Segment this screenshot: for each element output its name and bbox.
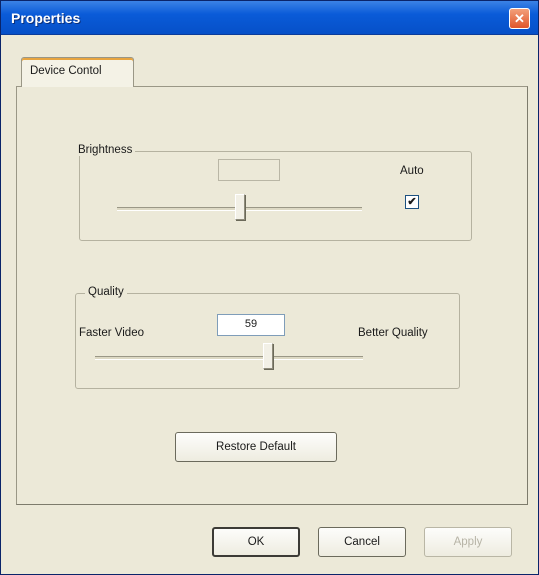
auto-label: Auto [400,165,424,177]
title-bar[interactable]: Properties ✕ [1,1,538,35]
quality-group [75,293,460,389]
ok-button[interactable]: OK [212,527,300,557]
auto-checkbox[interactable]: ✔ [405,195,419,209]
properties-window: Properties ✕ Brightness Auto ✔ Quality F… [0,0,539,575]
restore-default-button[interactable]: Restore Default [175,432,337,462]
cancel-button[interactable]: Cancel [318,527,406,557]
window-title: Properties [11,10,81,26]
checkmark-icon: ✔ [407,195,417,208]
quality-value-field[interactable]: 59 [217,314,285,336]
tab-device-control[interactable]: Device Contol [21,57,134,87]
faster-video-label: Faster Video [79,327,144,339]
brightness-group-label: Brightness [75,144,136,156]
close-button[interactable]: ✕ [509,8,530,29]
quality-slider-track[interactable] [95,356,363,360]
device-control-panel: Brightness Auto ✔ Quality Faster Video 5… [16,86,528,505]
brightness-slider-thumb[interactable] [235,194,245,220]
apply-button[interactable]: Apply [424,527,512,557]
close-icon: ✕ [514,11,525,26]
brightness-value-field[interactable] [218,159,280,181]
quality-slider-thumb[interactable] [263,343,273,369]
quality-group-label: Quality [85,286,127,298]
better-quality-label: Better Quality [358,327,428,339]
